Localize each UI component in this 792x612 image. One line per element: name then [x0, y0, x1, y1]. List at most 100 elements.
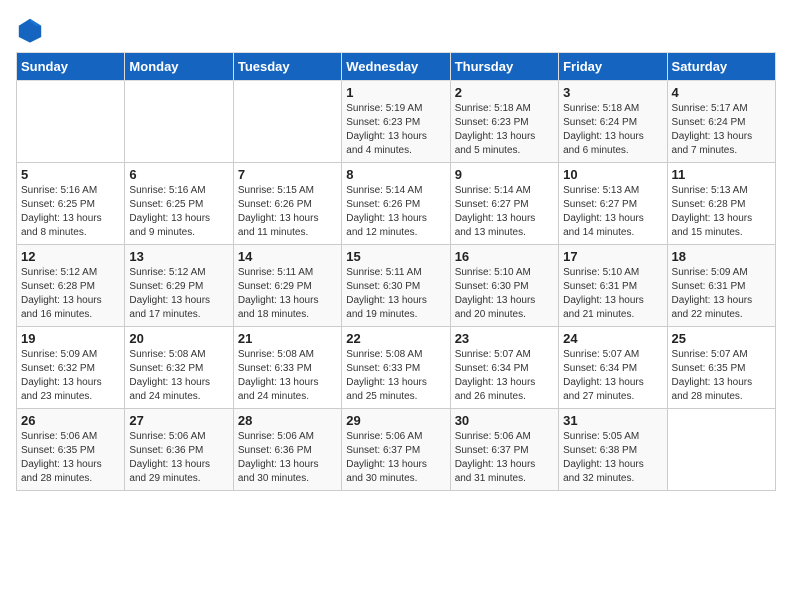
- calendar-cell: 11Sunrise: 5:13 AM Sunset: 6:28 PM Dayli…: [667, 163, 775, 245]
- calendar-cell: 28 Sunrise: 5:06 AM Sunset: 6:36 PM Dayli…: [233, 409, 341, 491]
- day-info: Sunrise: 5:14 AM Sunset: 6:27 PM Dayligh…: [455, 184, 554, 240]
- calendar-cell: 4 Sunrise: 5:17 AM Sunset: 6:24 PM Daylig…: [667, 81, 775, 163]
- day-number: 5: [21, 167, 120, 182]
- calendar-week-row: 5 Sunrise: 5:16 AM Sunset: 6:25 PM Daylig…: [17, 163, 776, 245]
- calendar-week-row: 19 Sunrise: 5:09 AM Sunset: 6:32 PM Dayli…: [17, 327, 776, 409]
- day-info: Sunrise: 5:08 AM Sunset: 6:33 PM Dayligh…: [238, 348, 337, 404]
- calendar-cell: [233, 81, 341, 163]
- day-header-wednesday: Wednesday: [342, 53, 450, 81]
- calendar-cell: 2Sunrise: 5:18 AM Sunset: 6:23 PM Daylig…: [450, 81, 558, 163]
- calendar-cell: 26Sunrise: 5:06 AM Sunset: 6:35 PM Dayli…: [17, 409, 125, 491]
- day-number: 17: [563, 249, 662, 264]
- day-info: Sunrise: 5:12 AM Sunset: 6:28 PM Dayligh…: [21, 266, 120, 322]
- calendar-cell: 6Sunrise: 5:16 AM Sunset: 6:25 PM Daylig…: [125, 163, 233, 245]
- day-info: Sunrise: 5:08 AM Sunset: 6:33 PM Dayligh…: [346, 348, 445, 404]
- page-header: [16, 16, 776, 44]
- calendar-cell: 27Sunrise: 5:06 AM Sunset: 6:36 PM Dayli…: [125, 409, 233, 491]
- day-info: Sunrise: 5:10 AM Sunset: 6:30 PM Dayligh…: [455, 266, 554, 322]
- calendar-cell: [125, 81, 233, 163]
- day-info: Sunrise: 5:11 AM Sunset: 6:30 PM Dayligh…: [346, 266, 445, 322]
- calendar-cell: 15 Sunrise: 5:11 AM Sunset: 6:30 PM Dayli…: [342, 245, 450, 327]
- day-number: 1: [346, 85, 445, 100]
- day-info: Sunrise: 5:15 AM Sunset: 6:26 PM Dayligh…: [238, 184, 337, 240]
- calendar-cell: 8 Sunrise: 5:14 AM Sunset: 6:26 PM Daylig…: [342, 163, 450, 245]
- day-info: Sunrise: 5:05 AM Sunset: 6:38 PM Dayligh…: [563, 430, 662, 486]
- day-number: 7: [238, 167, 337, 182]
- day-number: 21: [238, 331, 337, 346]
- day-info: Sunrise: 5:13 AM Sunset: 6:27 PM Dayligh…: [563, 184, 662, 240]
- day-number: 10: [563, 167, 662, 182]
- calendar-cell: 31 Sunrise: 5:05 AM Sunset: 6:38 PM Dayli…: [559, 409, 667, 491]
- calendar-cell: 23 Sunrise: 5:07 AM Sunset: 6:34 PM Dayli…: [450, 327, 558, 409]
- day-number: 13: [129, 249, 228, 264]
- day-header-sunday: Sunday: [17, 53, 125, 81]
- day-info: Sunrise: 5:18 AM Sunset: 6:24 PM Dayligh…: [563, 102, 662, 158]
- calendar-cell: 5 Sunrise: 5:16 AM Sunset: 6:25 PM Daylig…: [17, 163, 125, 245]
- calendar-cell: 18 Sunrise: 5:09 AM Sunset: 6:31 PM Dayli…: [667, 245, 775, 327]
- day-number: 4: [672, 85, 771, 100]
- day-info: Sunrise: 5:08 AM Sunset: 6:32 PM Dayligh…: [129, 348, 228, 404]
- day-number: 23: [455, 331, 554, 346]
- day-info: Sunrise: 5:07 AM Sunset: 6:34 PM Dayligh…: [455, 348, 554, 404]
- calendar-cell: 19 Sunrise: 5:09 AM Sunset: 6:32 PM Dayli…: [17, 327, 125, 409]
- day-number: 19: [21, 331, 120, 346]
- day-number: 29: [346, 413, 445, 428]
- day-number: 15: [346, 249, 445, 264]
- calendar-cell: 16 Sunrise: 5:10 AM Sunset: 6:30 PM Dayli…: [450, 245, 558, 327]
- day-number: 18: [672, 249, 771, 264]
- day-number: 8: [346, 167, 445, 182]
- calendar-cell: 7 Sunrise: 5:15 AM Sunset: 6:26 PM Daylig…: [233, 163, 341, 245]
- logo: [16, 16, 48, 44]
- calendar-header-row: SundayMondayTuesdayWednesdayThursdayFrid…: [17, 53, 776, 81]
- day-header-saturday: Saturday: [667, 53, 775, 81]
- calendar-cell: 20 Sunrise: 5:08 AM Sunset: 6:32 PM Dayli…: [125, 327, 233, 409]
- calendar-cell: 13 Sunrise: 5:12 AM Sunset: 6:29 PM Dayli…: [125, 245, 233, 327]
- calendar-cell: 14 Sunrise: 5:11 AM Sunset: 6:29 PM Dayli…: [233, 245, 341, 327]
- day-number: 31: [563, 413, 662, 428]
- day-number: 20: [129, 331, 228, 346]
- calendar-cell: 22 Sunrise: 5:08 AM Sunset: 6:33 PM Dayli…: [342, 327, 450, 409]
- day-number: 14: [238, 249, 337, 264]
- day-number: 6: [129, 167, 228, 182]
- day-number: 25: [672, 331, 771, 346]
- day-info: Sunrise: 5:10 AM Sunset: 6:31 PM Dayligh…: [563, 266, 662, 322]
- day-number: 24: [563, 331, 662, 346]
- day-info: Sunrise: 5:17 AM Sunset: 6:24 PM Dayligh…: [672, 102, 771, 158]
- day-header-tuesday: Tuesday: [233, 53, 341, 81]
- calendar-cell: 9Sunrise: 5:14 AM Sunset: 6:27 PM Daylig…: [450, 163, 558, 245]
- day-number: 16: [455, 249, 554, 264]
- day-info: Sunrise: 5:11 AM Sunset: 6:29 PM Dayligh…: [238, 266, 337, 322]
- calendar-week-row: 12Sunrise: 5:12 AM Sunset: 6:28 PM Dayli…: [17, 245, 776, 327]
- calendar-cell: 21 Sunrise: 5:08 AM Sunset: 6:33 PM Dayli…: [233, 327, 341, 409]
- day-info: Sunrise: 5:14 AM Sunset: 6:26 PM Dayligh…: [346, 184, 445, 240]
- day-info: Sunrise: 5:06 AM Sunset: 6:37 PM Dayligh…: [455, 430, 554, 486]
- calendar-cell: 25 Sunrise: 5:07 AM Sunset: 6:35 PM Dayli…: [667, 327, 775, 409]
- day-number: 27: [129, 413, 228, 428]
- day-header-thursday: Thursday: [450, 53, 558, 81]
- day-info: Sunrise: 5:19 AM Sunset: 6:23 PM Dayligh…: [346, 102, 445, 158]
- generalblue-logo-icon: [16, 16, 44, 44]
- calendar-cell: [667, 409, 775, 491]
- calendar-cell: 1 Sunrise: 5:19 AM Sunset: 6:23 PM Daylig…: [342, 81, 450, 163]
- day-info: Sunrise: 5:12 AM Sunset: 6:29 PM Dayligh…: [129, 266, 228, 322]
- day-number: 22: [346, 331, 445, 346]
- day-info: Sunrise: 5:07 AM Sunset: 6:34 PM Dayligh…: [563, 348, 662, 404]
- calendar-body: 1 Sunrise: 5:19 AM Sunset: 6:23 PM Daylig…: [17, 81, 776, 491]
- day-info: Sunrise: 5:06 AM Sunset: 6:36 PM Dayligh…: [238, 430, 337, 486]
- calendar-table: SundayMondayTuesdayWednesdayThursdayFrid…: [16, 52, 776, 491]
- calendar-week-row: 26Sunrise: 5:06 AM Sunset: 6:35 PM Dayli…: [17, 409, 776, 491]
- day-info: Sunrise: 5:16 AM Sunset: 6:25 PM Dayligh…: [21, 184, 120, 240]
- day-info: Sunrise: 5:09 AM Sunset: 6:32 PM Dayligh…: [21, 348, 120, 404]
- day-header-monday: Monday: [125, 53, 233, 81]
- calendar-week-row: 1 Sunrise: 5:19 AM Sunset: 6:23 PM Daylig…: [17, 81, 776, 163]
- day-number: 28: [238, 413, 337, 428]
- calendar-cell: 10 Sunrise: 5:13 AM Sunset: 6:27 PM Dayli…: [559, 163, 667, 245]
- day-info: Sunrise: 5:09 AM Sunset: 6:31 PM Dayligh…: [672, 266, 771, 322]
- day-number: 2: [455, 85, 554, 100]
- day-number: 30: [455, 413, 554, 428]
- day-info: Sunrise: 5:07 AM Sunset: 6:35 PM Dayligh…: [672, 348, 771, 404]
- calendar-cell: 12Sunrise: 5:12 AM Sunset: 6:28 PM Dayli…: [17, 245, 125, 327]
- day-header-friday: Friday: [559, 53, 667, 81]
- day-number: 26: [21, 413, 120, 428]
- day-info: Sunrise: 5:13 AM Sunset: 6:28 PM Dayligh…: [672, 184, 771, 240]
